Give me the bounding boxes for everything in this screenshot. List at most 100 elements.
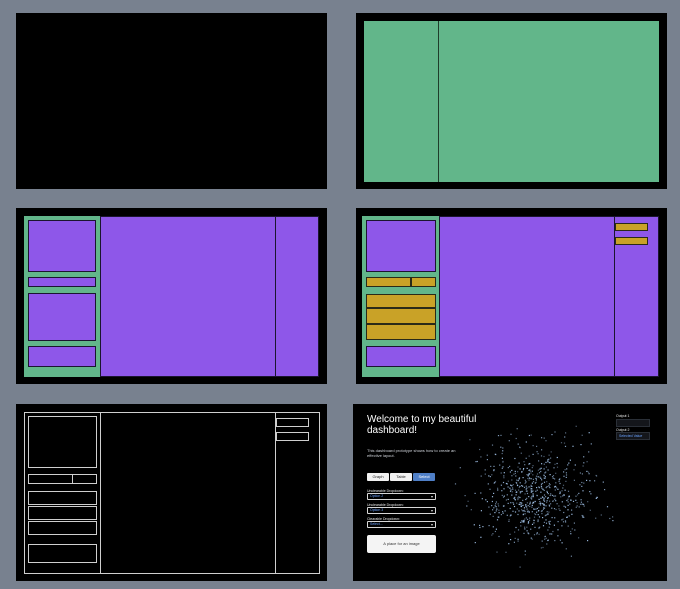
- scatter-point: [548, 505, 551, 507]
- scatter-point: [522, 513, 525, 515]
- scatter-point: [590, 493, 592, 495]
- scatter-point: [517, 499, 519, 501]
- scatter-point: [545, 487, 547, 489]
- scatter-point: [502, 512, 504, 514]
- scatter-point: [496, 551, 498, 553]
- tab-select[interactable]: Select: [413, 473, 435, 481]
- scatter-point: [479, 524, 481, 526]
- scatter-point: [541, 496, 544, 498]
- scatter-point: [558, 480, 560, 483]
- scatter-point: [536, 532, 538, 534]
- scatter-point: [548, 485, 550, 487]
- scatter-point: [543, 474, 545, 476]
- scatter-point: [563, 511, 565, 514]
- scatter-point: [565, 432, 567, 434]
- scatter-point: [541, 513, 543, 515]
- dropdown-2[interactable]: Option 3 ▾: [367, 507, 436, 514]
- scatter-point: [531, 511, 533, 513]
- output-2-value: Selected Value: [619, 434, 643, 438]
- scatter-point: [520, 452, 522, 454]
- scatter-point: [554, 540, 556, 542]
- scatter-point: [486, 454, 488, 456]
- scatter-point: [583, 462, 585, 464]
- scatter-point: [564, 506, 567, 508]
- scatter-point: [521, 520, 523, 522]
- scatter-point: [538, 503, 540, 505]
- scatter-point: [580, 503, 582, 505]
- scatter-point: [514, 472, 516, 474]
- tab-table[interactable]: Table: [390, 473, 412, 481]
- scatter-point: [540, 547, 542, 549]
- scatter-point: [502, 447, 504, 449]
- scatter-point: [526, 487, 528, 489]
- scatter-point: [576, 505, 578, 507]
- scatter-point: [529, 502, 531, 505]
- scatter-point: [518, 486, 520, 489]
- scatter-point: [529, 517, 531, 519]
- scatter-point: [519, 485, 521, 487]
- scatter-point: [504, 510, 506, 512]
- chevron-down-icon: ▾: [430, 508, 433, 513]
- scatter-point: [519, 447, 521, 449]
- output-1-label: Output 1: [616, 414, 630, 418]
- dropdown-3-value: Select...: [370, 522, 383, 526]
- scatter-point: [579, 484, 581, 486]
- scatter-point: [530, 528, 532, 530]
- scatter-point: [512, 487, 514, 489]
- scatter-point: [521, 471, 523, 473]
- scatter-point: [564, 469, 566, 471]
- scatter-point: [533, 534, 536, 536]
- scatter-point: [552, 475, 555, 477]
- scatter-point: [524, 464, 526, 466]
- layout-panel-blocks: [16, 208, 327, 384]
- scatter-point: [498, 509, 500, 511]
- scatter-point: [545, 537, 547, 539]
- scatter-point: [517, 513, 519, 516]
- scatter-point: [535, 477, 537, 479]
- scatter-point: [541, 487, 543, 489]
- scatter-point: [509, 490, 512, 492]
- scatter-point: [518, 503, 520, 505]
- scatter-point: [548, 511, 550, 513]
- dropdown-3[interactable]: Select... ▾: [367, 521, 436, 528]
- scatter-point: [555, 486, 557, 488]
- scatter-point: [514, 470, 516, 472]
- scatter-point: [556, 456, 558, 459]
- scatter-point: [475, 461, 477, 463]
- scatter-point: [565, 474, 568, 476]
- image-upload-button[interactable]: A place for an image: [367, 535, 436, 553]
- scatter-point: [513, 541, 515, 543]
- scatter-point: [501, 494, 503, 496]
- dropdown-2-value: Option 3: [370, 508, 384, 512]
- scatter-point: [526, 508, 528, 510]
- scatter-point: [510, 514, 512, 516]
- scatter-point: [536, 494, 538, 496]
- scatter-point: [554, 486, 556, 488]
- scatter-point: [529, 501, 531, 503]
- scatter-point: [559, 492, 561, 495]
- scatter-point: [553, 524, 555, 526]
- scatter-point: [526, 502, 528, 504]
- scatter-point: [516, 482, 518, 484]
- scatter-point: [510, 539, 512, 541]
- scatter-point: [544, 472, 546, 474]
- scatter-point: [520, 521, 522, 523]
- scatter-point: [609, 517, 611, 520]
- sidebar-block-1: [28, 220, 96, 272]
- dropdown-1-value: Option 2: [370, 494, 384, 498]
- scatter-point: [594, 480, 596, 482]
- tab-graph[interactable]: Graph: [367, 473, 389, 481]
- scatter-point: [586, 461, 588, 463]
- scatter-point: [543, 497, 545, 499]
- scatter-point: [532, 465, 534, 467]
- scatter-point: [492, 515, 494, 517]
- scatter-point: [517, 538, 519, 540]
- scatter-point: [510, 502, 512, 504]
- scatter-point: [546, 543, 548, 545]
- scatter-point: [528, 469, 530, 471]
- scatter-point: [498, 505, 500, 507]
- scatter-point: [573, 479, 575, 481]
- dropdown-1[interactable]: Option 2 ▾: [367, 493, 436, 500]
- scatter-point: [531, 538, 533, 540]
- scatter-point: [535, 490, 537, 492]
